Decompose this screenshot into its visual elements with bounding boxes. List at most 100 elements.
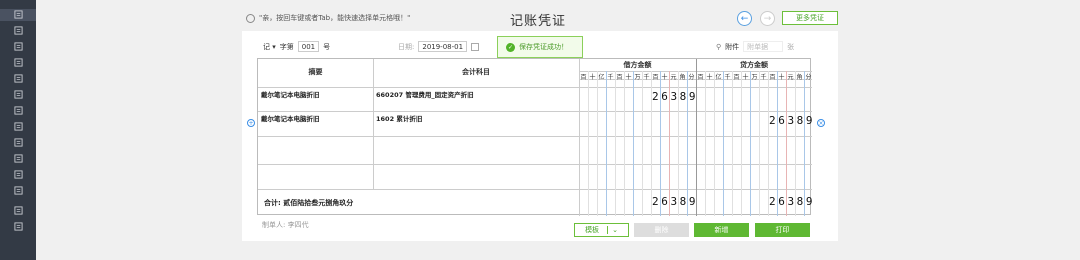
upload-icon <box>13 25 23 37</box>
sidebar-item-6[interactable] <box>0 105 36 117</box>
total-credit: 26389 <box>769 195 816 208</box>
date-group: 日期: 2019-08-01 <box>398 41 480 52</box>
tip-text: "亲，按回车键或者Tab，能快速选择单元格哦！" <box>259 14 411 22</box>
sidebar-item-8[interactable] <box>0 137 36 149</box>
grid-hline <box>258 189 812 190</box>
col_credit-header: 贷方金额 <box>740 61 768 69</box>
voucher-word-group: 记 ▾ 字第 001 号 <box>263 41 330 52</box>
grid-hline <box>258 87 812 88</box>
grid-vline <box>579 59 580 216</box>
sidebar-item-9[interactable] <box>0 153 36 165</box>
account-cell[interactable]: 660207 管理费用_固定资产折旧 <box>376 89 474 99</box>
credit-unit-label: 亿 <box>715 74 722 81</box>
maker-label: 制单人: 李四代 <box>262 221 309 229</box>
add-row-icon[interactable]: + <box>247 119 255 127</box>
print-button[interactable]: 打印 <box>755 223 810 237</box>
grid-hline <box>258 164 812 165</box>
sidebar-item-0[interactable] <box>0 9 36 21</box>
grid-vline <box>732 71 733 216</box>
sidebar-item-2[interactable] <box>0 41 36 53</box>
date-input[interactable]: 2019-08-01 <box>418 41 468 52</box>
debit-unit-label: 百 <box>616 74 623 81</box>
debit-unit-label: 分 <box>688 74 695 81</box>
info-icon <box>246 13 255 23</box>
sidebar-item-5[interactable] <box>0 89 36 101</box>
credit-unit-label: 千 <box>724 74 731 81</box>
sidebar-item-11[interactable] <box>0 185 36 197</box>
arrow-right-icon: → <box>763 13 772 24</box>
grid-vline <box>750 71 751 216</box>
page-title: 记账凭证 <box>510 14 567 29</box>
arrow-left-icon: ← <box>740 13 749 24</box>
grid-vline <box>759 71 760 216</box>
summary-cell[interactable]: 戴尔笔记本电脑折旧 <box>261 113 320 123</box>
debit-unit-label: 万 <box>634 74 641 81</box>
grid-vline <box>723 71 724 216</box>
list-icon <box>13 105 23 117</box>
tip-bar: "亲，按回车键或者Tab，能快速选择单元格哦！" <box>246 13 410 23</box>
grid-vline <box>705 71 706 216</box>
grid-vline <box>741 71 742 216</box>
grid-vline <box>606 71 607 216</box>
credit-unit-label: 分 <box>805 74 812 81</box>
voucher-word-select[interactable]: 记 ▾ <box>263 42 276 52</box>
voucher-number-input[interactable]: 001 <box>297 41 320 52</box>
grid-vline <box>633 71 634 216</box>
debit-unit-label: 亿 <box>598 74 605 81</box>
debit-amount-cell[interactable]: 26389 <box>652 90 698 103</box>
debit-unit-label: 角 <box>679 74 686 81</box>
col_account-header: 会计科目 <box>462 68 490 76</box>
sidebar-item-7[interactable] <box>0 121 36 133</box>
prev-voucher-button[interactable]: ← <box>737 11 752 26</box>
credit-unit-label: 万 <box>751 74 758 81</box>
calendar-icon[interactable] <box>471 42 480 51</box>
sidebar-item-12[interactable] <box>0 205 36 217</box>
check-icon: ✓ <box>506 42 515 52</box>
mail-icon <box>13 169 23 181</box>
grid-hline <box>258 136 812 137</box>
more-vouchers-button[interactable]: 更多凭证 <box>782 11 838 25</box>
date-label: 日期: <box>398 42 415 51</box>
credit-unit-label: 百 <box>697 74 704 81</box>
grid-vline <box>696 59 697 216</box>
attachment-group: ⚲ 附件 附单据 张 <box>716 41 794 52</box>
template-dropdown[interactable]: 模板 ⌄ <box>574 223 629 237</box>
account-cell[interactable]: 1602 累计折旧 <box>376 113 422 123</box>
sidebar-item-3[interactable] <box>0 57 36 69</box>
attach-unit: 张 <box>787 42 795 51</box>
grid-vline <box>624 71 625 216</box>
sidebar-item-1[interactable] <box>0 25 36 37</box>
credit-amount-cell[interactable]: 26389 <box>769 114 815 127</box>
summary-cell[interactable]: 戴尔笔记本电脑折旧 <box>261 89 320 99</box>
grid-hline <box>258 111 812 112</box>
remove-row-icon[interactable]: × <box>817 119 825 127</box>
credit-unit-label: 十 <box>742 74 749 81</box>
paperclip-icon: ⚲ <box>716 42 722 51</box>
credit-unit-label: 百 <box>769 74 776 81</box>
col_summary-header: 摘要 <box>308 68 323 76</box>
next-voucher-button[interactable]: → <box>760 11 775 26</box>
sidebar-item-13[interactable] <box>0 221 36 233</box>
voucher-word: 记 <box>263 42 270 51</box>
save-success-toast: ✓ 保存凭证成功！ <box>497 36 583 58</box>
delete-button[interactable]: 删除 <box>634 223 689 237</box>
chart-icon <box>13 41 23 53</box>
debit-unit-label: 元 <box>670 74 677 81</box>
attachment-count-input[interactable]: 附单据 <box>743 41 784 52</box>
total-label: 合计: 贰佰陆拾叁元捌角玖分 <box>264 199 354 207</box>
voucher-table: 摘要 会计科目 借方金额 贷方金额百十亿千百十万千百十元角分百十亿千百十万千百十元角分… <box>257 58 813 216</box>
chevron-down-icon: ⌄ <box>607 226 618 234</box>
debit-unit-label: 千 <box>607 74 614 81</box>
voucher-word-suffix: 字第 <box>279 42 294 51</box>
template-label: 模板 <box>585 226 600 234</box>
book-icon <box>13 57 23 69</box>
debit-unit-label: 十 <box>589 74 596 81</box>
debit-unit-label: 千 <box>643 74 650 81</box>
doc-icon <box>13 9 23 21</box>
grid-vline <box>588 71 589 216</box>
attach-label: 附件 <box>725 42 740 51</box>
grid-vline <box>615 71 616 216</box>
sidebar-item-4[interactable] <box>0 73 36 85</box>
sidebar-item-10[interactable] <box>0 169 36 181</box>
new-button[interactable]: 新增 <box>694 223 749 237</box>
